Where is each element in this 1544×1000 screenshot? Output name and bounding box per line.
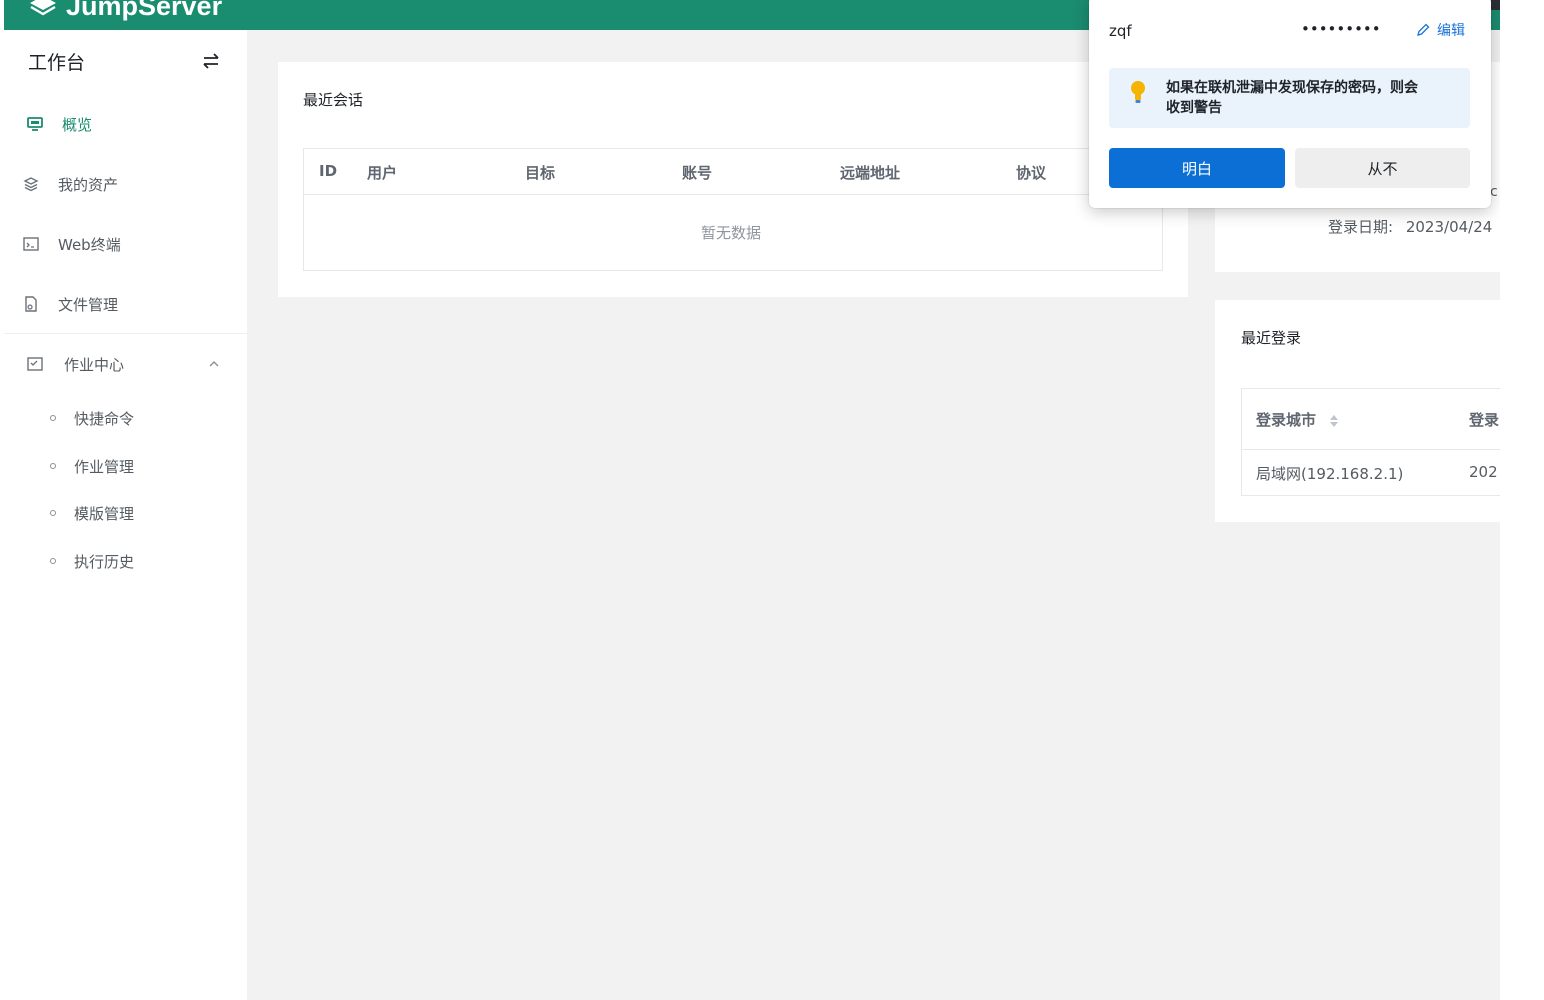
login-date-value: 2023/04/24 xyxy=(1405,218,1493,236)
column-header-label: 登录城市 xyxy=(1256,411,1317,429)
empty-state-text: 暂无数据 xyxy=(701,224,762,242)
save-password-popup: zqf ••••••••• 编辑 如果在联机泄漏中发现保存的密码，则会 收到警告… xyxy=(1089,0,1491,208)
pencil-icon xyxy=(1417,23,1430,36)
login-city-cell: 局域网(192.168.2.1) xyxy=(1256,465,1404,483)
column-header-account[interactable]: 账号 xyxy=(682,162,712,183)
layers-icon xyxy=(22,175,40,193)
leak-warning-banner: 如果在联机泄漏中发现保存的密码，则会 收到警告 xyxy=(1109,68,1470,128)
column-header-id[interactable]: ID xyxy=(319,162,337,180)
login-date-label: 登录日期: xyxy=(1328,218,1394,236)
sidebar-item-label: 概览 xyxy=(62,115,93,134)
monitor-icon xyxy=(26,115,44,133)
sidebar-subitem-label: 快捷命令 xyxy=(74,409,135,428)
logo-text: JumpServer xyxy=(66,0,223,21)
lightbulb-icon xyxy=(1131,81,1145,103)
sidebar-subitem-label: 执行历史 xyxy=(74,552,135,571)
user-info-fragment: c xyxy=(1490,184,1498,200)
login-date-row: 登录日期: 2023/04/24 xyxy=(1328,216,1492,237)
column-header-protocol[interactable]: 协议 xyxy=(1016,162,1046,183)
login-date-cell: 202 xyxy=(1469,463,1498,481)
column-header-login-date[interactable]: 登录 xyxy=(1469,409,1499,430)
leak-warning-line: 收到警告 xyxy=(1166,100,1222,116)
never-button[interactable]: 从不 xyxy=(1295,148,1470,188)
recent-sessions-table: ID 用户 目标 账号 远端地址 协议 暂无数据 xyxy=(303,148,1163,271)
edit-label: 编辑 xyxy=(1437,23,1465,39)
recent-logins-title: 最近登录 xyxy=(1241,329,1302,347)
sidebar-subitem-execution-history[interactable]: 执行历史 xyxy=(50,541,240,581)
table-header: ID 用户 目标 账号 远端地址 协议 xyxy=(304,149,1162,195)
sidebar-item-label: 我的资产 xyxy=(58,175,119,194)
app-window: JumpServer 工作台 概览 我的资产 Web终端 文件管理 作业中心 快… xyxy=(4,0,1500,1000)
column-header-target[interactable]: 目标 xyxy=(525,162,555,183)
bullet-icon xyxy=(50,463,56,469)
recent-sessions-card: 最近会话 ID 用户 目标 账号 远端地址 协议 暂无数据 xyxy=(278,62,1188,297)
leak-warning-line: 如果在联机泄漏中发现保存的密码，则会 xyxy=(1166,80,1418,96)
sidebar-item-label: Web终端 xyxy=(58,235,121,254)
recent-logins-card: 最近登录 登录城市 登录 局域网(192.168.2.1) 202 xyxy=(1215,300,1500,522)
terminal-icon xyxy=(22,235,40,253)
column-header-remote-address[interactable]: 远端地址 xyxy=(840,162,900,183)
sort-icon[interactable] xyxy=(1329,414,1339,428)
sidebar-subitem-template-management[interactable]: 模版管理 xyxy=(50,493,240,533)
saved-username: zqf xyxy=(1109,22,1132,40)
saved-password-mask: ••••••••• xyxy=(1301,20,1381,38)
sidebar: 工作台 概览 我的资产 Web终端 文件管理 作业中心 快捷命令 作业管理 模版… xyxy=(4,30,247,1000)
logo-icon xyxy=(30,0,56,16)
column-header-login-city[interactable]: 登录城市 xyxy=(1256,409,1339,430)
sidebar-subitem-label: 作业管理 xyxy=(74,457,135,476)
sidebar-subitem-job-management[interactable]: 作业管理 xyxy=(50,446,240,486)
recent-sessions-title: 最近会话 xyxy=(303,91,364,109)
table-header: 登录城市 登录 xyxy=(1242,389,1500,450)
sidebar-subitem-label: 模版管理 xyxy=(74,504,135,523)
sidebar-group-job-center[interactable]: 作业中心 xyxy=(4,334,247,394)
sidebar-item-label: 文件管理 xyxy=(58,295,119,314)
chevron-up-icon[interactable] xyxy=(208,358,220,370)
sidebar-header: 工作台 xyxy=(28,46,228,76)
task-icon xyxy=(26,355,44,373)
workspace-title: 工作台 xyxy=(28,52,86,74)
sidebar-item-my-assets[interactable]: 我的资产 xyxy=(4,154,247,214)
sidebar-item-web-terminal[interactable]: Web终端 xyxy=(4,214,247,274)
recent-logins-table: 登录城市 登录 局域网(192.168.2.1) 202 xyxy=(1241,388,1500,496)
edit-button[interactable]: 编辑 xyxy=(1415,20,1465,40)
sidebar-group-label: 作业中心 xyxy=(64,355,125,374)
sidebar-item-overview[interactable]: 概览 xyxy=(4,94,247,154)
sidebar-item-file-manager[interactable]: 文件管理 xyxy=(4,274,247,334)
file-icon xyxy=(22,295,40,313)
leak-warning-text: 如果在联机泄漏中发现保存的密码，则会 收到警告 xyxy=(1166,78,1456,118)
swap-icon[interactable] xyxy=(200,50,222,72)
logo[interactable]: JumpServer xyxy=(28,0,222,20)
bullet-icon xyxy=(50,415,56,421)
column-header-user[interactable]: 用户 xyxy=(367,162,397,183)
bullet-icon xyxy=(50,510,56,516)
sidebar-subitem-quick-command[interactable]: 快捷命令 xyxy=(50,398,240,438)
got-it-button[interactable]: 明白 xyxy=(1109,148,1285,188)
bullet-icon xyxy=(50,558,56,564)
